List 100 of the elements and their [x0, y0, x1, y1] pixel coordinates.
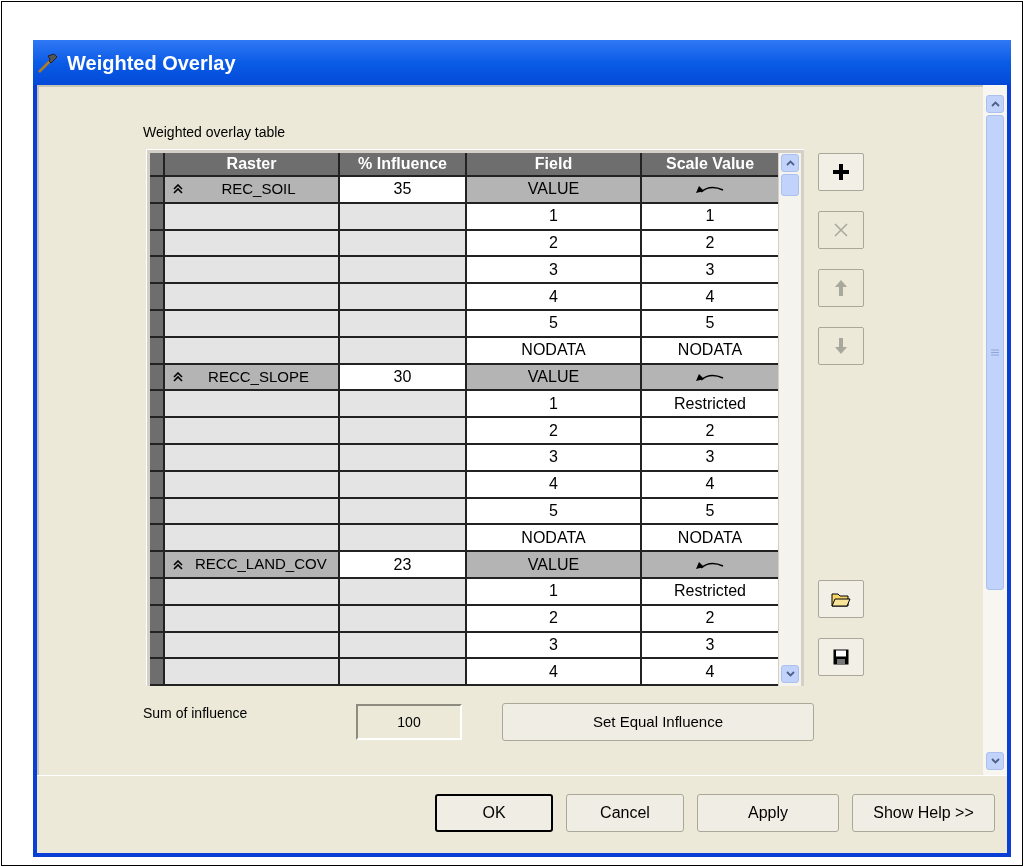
scale-value-cell[interactable]: 4: [642, 284, 778, 309]
column-header[interactable]: Field: [467, 153, 642, 175]
collapse-icon[interactable]: [173, 371, 183, 382]
sum-field: 100: [356, 704, 462, 740]
scale-value-cell[interactable]: NODATA: [642, 337, 778, 363]
undo-icon[interactable]: [696, 559, 724, 570]
scale-value-cell[interactable]: NODATA: [642, 525, 778, 551]
field-cell: 4: [467, 284, 642, 309]
field-cell: 5: [467, 311, 642, 336]
field-cell: VALUE: [467, 177, 642, 202]
scroll-down-button[interactable]: [781, 665, 799, 683]
field-cell: 1: [467, 578, 642, 604]
collapse-icon[interactable]: [173, 184, 183, 195]
window-title: Weighted Overlay: [67, 50, 236, 76]
dialog-button[interactable]: Cancel: [566, 793, 684, 832]
field-cell: 4: [467, 471, 642, 497]
row-header[interactable]: [150, 498, 165, 524]
row-header[interactable]: [150, 230, 165, 256]
field-cell: 1: [467, 391, 642, 417]
row-header[interactable]: [150, 605, 165, 631]
caret-up-icon: [785, 160, 795, 166]
row-header[interactable]: [150, 525, 165, 551]
folder-icon: [831, 591, 851, 607]
field-cell: 1: [467, 203, 642, 229]
dialog-scrollbar[interactable]: [983, 85, 1007, 775]
set-equal-influence-button[interactable]: Set Equal Influence: [502, 703, 814, 741]
open-button[interactable]: [818, 580, 864, 618]
row-header[interactable]: [150, 177, 165, 202]
scale-value-cell[interactable]: Restricted: [642, 391, 778, 417]
caret-down-icon: [785, 671, 795, 677]
field-cell: 3: [467, 257, 642, 283]
table-scrollbar[interactable]: [779, 153, 801, 686]
scroll-thumb[interactable]: [781, 174, 799, 196]
scale-value-cell[interactable]: 3: [642, 257, 778, 283]
scale-value-cell[interactable]: 2: [642, 230, 778, 256]
scale-value-cell[interactable]: Restricted: [642, 578, 778, 604]
row-header[interactable]: [150, 471, 165, 497]
field-cell: VALUE: [467, 552, 642, 577]
row-header[interactable]: [150, 337, 165, 363]
raster-name: RECC_SLOPE: [207, 366, 310, 387]
column-header[interactable]: Raster: [165, 153, 340, 175]
arrow-down-icon: [835, 338, 847, 354]
collapse-icon[interactable]: [173, 559, 183, 570]
undo-icon[interactable]: [696, 371, 724, 382]
field-cell: 3: [467, 444, 642, 470]
column-header[interactable]: Scale Value: [642, 153, 778, 175]
row-header[interactable]: [150, 284, 165, 309]
field-cell: 3: [467, 632, 642, 658]
scroll-down-button[interactable]: [986, 752, 1004, 770]
field-cell: VALUE: [467, 364, 642, 390]
caret-down-icon: [990, 758, 1000, 764]
close-icon: [834, 223, 848, 237]
field-cell: 2: [467, 605, 642, 631]
row-header[interactable]: [150, 659, 165, 685]
arrow-up-icon: [835, 280, 847, 296]
row-header[interactable]: [150, 311, 165, 336]
dialog-button[interactable]: Apply: [697, 793, 839, 832]
save-button[interactable]: [818, 638, 864, 676]
sum-label: Sum of influence: [143, 704, 249, 723]
row-header[interactable]: [150, 203, 165, 229]
field-cell: 2: [467, 230, 642, 256]
scale-value-cell[interactable]: 1: [642, 203, 778, 229]
column-header[interactable]: % Influence: [340, 153, 467, 175]
dialog-button[interactable]: OK: [435, 793, 553, 832]
undo-icon[interactable]: [696, 184, 724, 195]
scroll-up-button[interactable]: [986, 95, 1004, 113]
influence-cell[interactable]: 23: [340, 552, 467, 577]
row-header[interactable]: [150, 632, 165, 658]
row-header[interactable]: [150, 578, 165, 604]
row-header[interactable]: [150, 391, 165, 417]
scroll-up-button[interactable]: [781, 154, 799, 172]
grip-icon: [991, 349, 999, 356]
field-cell: NODATA: [467, 525, 642, 551]
scroll-thumb[interactable]: [986, 115, 1004, 590]
scale-value-cell[interactable]: 2: [642, 605, 778, 631]
field-cell: 2: [467, 418, 642, 443]
raster-name: REC_SOIL: [220, 179, 297, 200]
influence-cell[interactable]: 30: [340, 364, 467, 390]
plus-icon: [832, 163, 850, 181]
row-header[interactable]: [150, 418, 165, 443]
scale-value-cell[interactable]: 4: [642, 471, 778, 497]
add-button[interactable]: [818, 153, 864, 191]
caret-up-icon: [990, 101, 1000, 107]
scale-value-cell[interactable]: 3: [642, 444, 778, 470]
field-cell: 5: [467, 498, 642, 524]
row-header[interactable]: [150, 257, 165, 283]
field-cell: 4: [467, 659, 642, 685]
dialog-button[interactable]: Show Help >>: [852, 793, 995, 832]
scale-value-cell[interactable]: 2: [642, 418, 778, 443]
scale-value-cell[interactable]: 4: [642, 659, 778, 685]
scale-value-cell[interactable]: 5: [642, 311, 778, 336]
row-header[interactable]: [150, 364, 165, 390]
scale-value-cell[interactable]: 5: [642, 498, 778, 524]
scale-value-cell[interactable]: 3: [642, 632, 778, 658]
influence-cell[interactable]: 35: [340, 177, 467, 202]
row-header[interactable]: [150, 552, 165, 577]
field-cell: NODATA: [467, 337, 642, 363]
raster-name: RECC_LAND_COV: [195, 554, 328, 575]
table-label: Weighted overlay table: [143, 123, 287, 142]
row-header[interactable]: [150, 444, 165, 470]
